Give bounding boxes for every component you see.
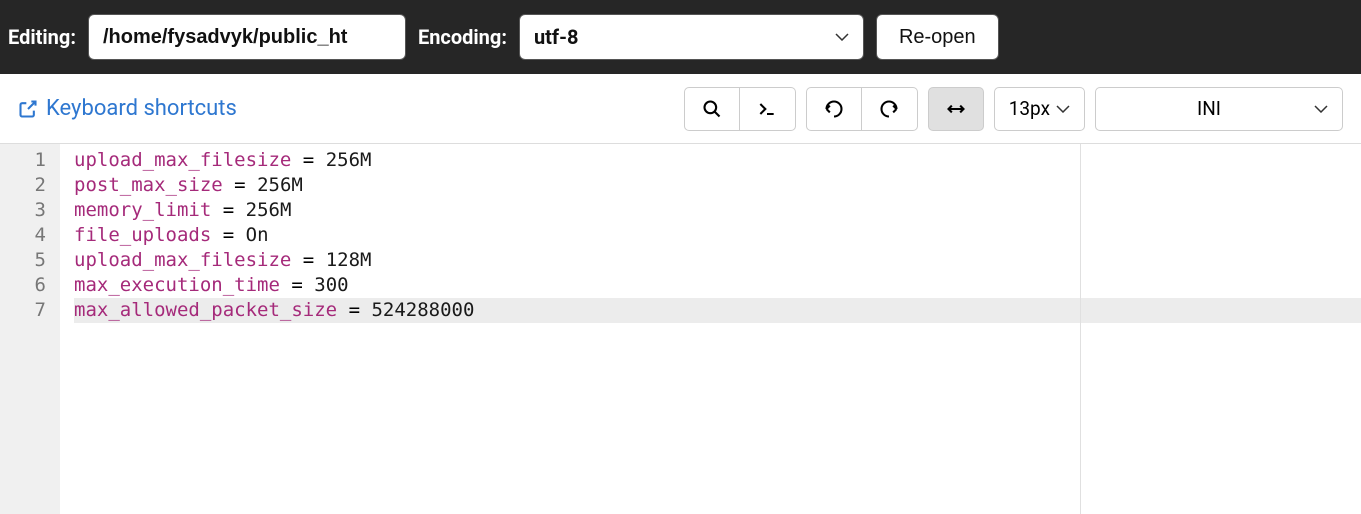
line-number: 1 bbox=[0, 148, 60, 173]
line-number: 6 bbox=[0, 273, 60, 298]
encoding-select[interactable]: utf-8 bbox=[519, 14, 864, 60]
wrap-toggle-button[interactable] bbox=[928, 87, 984, 131]
code-line[interactable]: upload_max_filesize = 128M bbox=[74, 248, 1361, 273]
code-line[interactable]: memory_limit = 256M bbox=[74, 198, 1361, 223]
editor-toolbar: Keyboard shortcuts 13px INI bbox=[0, 74, 1361, 144]
undo-redo-group bbox=[806, 87, 918, 131]
chevron-down-icon bbox=[835, 33, 849, 41]
font-size-select[interactable]: 13px bbox=[994, 87, 1085, 131]
code-line[interactable]: max_execution_time = 300 bbox=[74, 273, 1361, 298]
encoding-value: utf-8 bbox=[534, 25, 578, 49]
file-path-input[interactable] bbox=[88, 14, 406, 60]
reopen-button[interactable]: Re-open bbox=[876, 14, 999, 60]
editing-label: Editing: bbox=[8, 25, 76, 49]
print-margin-ruler bbox=[1080, 144, 1081, 514]
redo-icon bbox=[879, 99, 899, 119]
code-line[interactable]: max_allowed_packet_size = 524288000 bbox=[74, 298, 1361, 323]
code-line[interactable]: upload_max_filesize = 256M bbox=[74, 148, 1361, 173]
line-number: 5 bbox=[0, 248, 60, 273]
wrap-icon bbox=[946, 99, 966, 119]
chevron-down-icon bbox=[1314, 105, 1328, 113]
keyboard-shortcuts-link[interactable]: Keyboard shortcuts bbox=[18, 96, 237, 121]
code-line[interactable]: file_uploads = On bbox=[74, 223, 1361, 248]
chevron-down-icon bbox=[1056, 105, 1070, 113]
external-link-icon bbox=[18, 99, 38, 119]
redo-button[interactable] bbox=[862, 87, 918, 131]
code-area[interactable]: upload_max_filesize = 256Mpost_max_size … bbox=[60, 144, 1361, 514]
encoding-label: Encoding: bbox=[418, 25, 507, 49]
top-bar: Editing: Encoding: utf-8 Re-open bbox=[0, 0, 1361, 74]
gutter: 1234567 bbox=[0, 144, 60, 514]
line-number: 2 bbox=[0, 173, 60, 198]
search-button[interactable] bbox=[684, 87, 740, 131]
line-number: 3 bbox=[0, 198, 60, 223]
terminal-icon bbox=[757, 99, 777, 119]
search-icon bbox=[702, 99, 722, 119]
line-number: 7 bbox=[0, 298, 60, 323]
undo-icon bbox=[824, 99, 844, 119]
code-editor[interactable]: 1234567 upload_max_filesize = 256Mpost_m… bbox=[0, 144, 1361, 514]
undo-button[interactable] bbox=[806, 87, 862, 131]
code-line[interactable]: post_max_size = 256M bbox=[74, 173, 1361, 198]
line-number: 4 bbox=[0, 223, 60, 248]
search-group bbox=[684, 87, 796, 131]
language-select[interactable]: INI bbox=[1095, 87, 1343, 131]
command-button[interactable] bbox=[740, 87, 796, 131]
toolbar-right: 13px INI bbox=[684, 87, 1343, 131]
